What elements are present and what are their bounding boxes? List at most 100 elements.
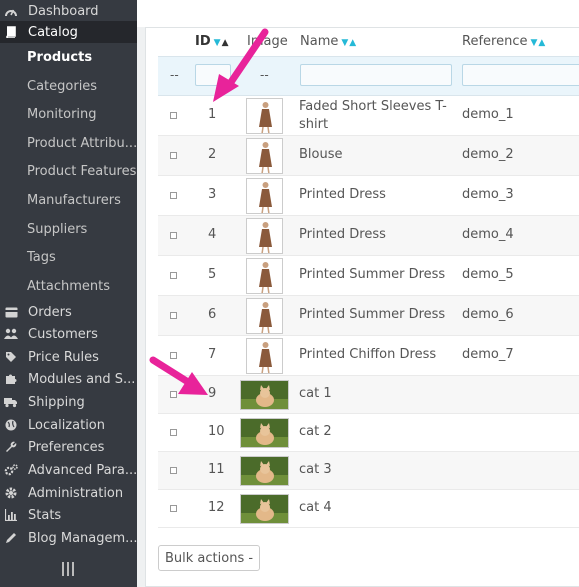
cell-name[interactable]: Blouse (299, 147, 343, 162)
table-row[interactable]: 7 Printed Chiffon Dress demo_7 (158, 336, 579, 376)
product-thumbnail (246, 258, 283, 294)
sidebar-item-label: Localization (28, 417, 105, 433)
cell-name[interactable]: cat 2 (299, 424, 332, 439)
sidebar-subitem-manufacturers[interactable]: Manufacturers (0, 186, 137, 214)
row-checkbox[interactable] (170, 232, 177, 239)
table-row[interactable]: 10 cat 2 (158, 414, 579, 452)
product-thumbnail (240, 418, 289, 448)
cell-name[interactable]: Printed Dress (299, 187, 386, 202)
sidebar-item-localization[interactable]: Localization (0, 414, 137, 436)
cell-id: 11 (208, 462, 225, 477)
product-thumbnail (246, 298, 283, 334)
row-checkbox[interactable] (170, 192, 177, 199)
bulk-filter-placeholder: -- (170, 68, 179, 82)
table-row[interactable]: 3 Printed Dress demo_3 (158, 176, 579, 216)
table-row[interactable]: 12 cat 4 (158, 490, 579, 528)
cell-id: 10 (208, 424, 225, 439)
sidebar-item-preferences[interactable]: Preferences (0, 436, 137, 458)
cell-id: 6 (208, 307, 217, 322)
cell-reference: demo_7 (462, 347, 514, 362)
bar-chart-icon (4, 508, 18, 522)
sidebar-subitem-categories[interactable]: Categories (0, 72, 137, 100)
cell-name[interactable]: cat 3 (299, 462, 332, 477)
product-thumbnail (246, 218, 283, 254)
annotation-arrow-icon (149, 356, 208, 395)
sidebar-item-advanced-parameters[interactable]: Advanced Para... (0, 459, 137, 481)
sidebar-item-customers[interactable]: Customers (0, 323, 137, 345)
sidebar-subitem-products[interactable]: Products (0, 43, 137, 71)
sidebar-item-shipping[interactable]: Shipping (0, 391, 137, 413)
sidebar-item-administration[interactable]: Administration (0, 482, 137, 504)
row-checkbox[interactable] (170, 429, 177, 436)
cell-reference: demo_5 (462, 267, 514, 282)
cell-reference: demo_3 (462, 187, 514, 202)
row-checkbox[interactable] (170, 152, 177, 159)
reference-filter-input[interactable] (462, 64, 579, 86)
sort-arrows-icon[interactable]: ▼▲ (530, 38, 546, 48)
cell-id: 1 (208, 107, 217, 122)
credit-card-icon (4, 305, 18, 319)
cell-id: 3 (208, 187, 217, 202)
table-row[interactable]: 9 cat 1 (158, 376, 579, 414)
sidebar-item-catalog[interactable]: Catalog (0, 21, 137, 43)
wrench-icon (4, 440, 18, 454)
sidebar-collapse-icon[interactable] (62, 562, 74, 576)
row-checkbox[interactable] (170, 467, 177, 474)
sidebar-item-label: Dashboard (28, 3, 99, 19)
bulk-actions-button[interactable]: Bulk actions - (158, 545, 261, 571)
table-row[interactable]: 2 Blouse demo_2 (158, 136, 579, 176)
sidebar-subitem-attachments[interactable]: Attachments (0, 272, 137, 300)
cell-id: 12 (208, 500, 225, 515)
row-checkbox[interactable] (170, 505, 177, 512)
table-row[interactable]: 4 Printed Dress demo_4 (158, 216, 579, 256)
name-filter-input[interactable] (300, 64, 452, 86)
puzzle-icon (4, 372, 18, 386)
cell-name[interactable]: cat 1 (299, 386, 332, 401)
row-checkbox[interactable] (170, 112, 177, 119)
header-bar (137, 0, 579, 27)
sidebar-item-price-rules[interactable]: Price Rules (0, 346, 137, 368)
sidebar-subitem-product-features[interactable]: Product Features (0, 157, 137, 185)
cell-name[interactable]: Printed Summer Dress (299, 307, 445, 322)
sidebar-item-label: Preferences (28, 439, 105, 455)
table-row[interactable]: 11 cat 3 (158, 452, 579, 490)
cell-id: 4 (208, 227, 217, 242)
tag-icon (4, 350, 18, 364)
product-thumbnail (240, 380, 289, 410)
column-header-name[interactable]: Name ▼▲ (300, 34, 357, 49)
row-checkbox[interactable] (170, 272, 177, 279)
cell-name[interactable]: Printed Chiffon Dress (299, 347, 436, 362)
sidebar-subitem-tags[interactable]: Tags (0, 243, 137, 271)
sidebar-subitem-product-attributes[interactable]: Product Attribu... (0, 129, 137, 157)
cell-name[interactable]: Printed Summer Dress (299, 267, 445, 282)
cell-name[interactable]: Faded Short Sleeves T-shirt (299, 98, 449, 134)
table-row[interactable]: 5 Printed Summer Dress demo_5 (158, 256, 579, 296)
sidebar-item-orders[interactable]: Orders (0, 301, 137, 323)
sidebar-item-label: Modules and S... (28, 371, 136, 387)
table-row[interactable]: 6 Printed Summer Dress demo_6 (158, 296, 579, 336)
sidebar-item-dashboard[interactable]: Dashboard (0, 0, 137, 22)
sidebar-item-stats[interactable]: Stats (0, 504, 137, 526)
sidebar-item-label: Shipping (28, 394, 85, 410)
cogs-icon (4, 463, 18, 477)
product-thumbnail (240, 494, 289, 524)
sidebar-subitem-suppliers[interactable]: Suppliers (0, 215, 137, 243)
sort-arrows-icon[interactable]: ▼▲ (341, 38, 357, 48)
sidebar-item-label: Customers (28, 326, 98, 342)
cell-reference: demo_2 (462, 147, 514, 162)
sidebar-item-modules[interactable]: Modules and S... (0, 368, 137, 390)
products-panel: ID ▼▲ Image Name ▼▲ Reference ▼▲ -- -- 1 Fad… (145, 27, 579, 587)
annotation-arrow-icon (213, 28, 269, 102)
pencil-icon (4, 531, 18, 545)
cell-reference: demo_6 (462, 307, 514, 322)
cell-id: 5 (208, 267, 217, 282)
book-icon (4, 25, 18, 39)
cell-name[interactable]: cat 4 (299, 500, 332, 515)
sidebar-item-blog-management[interactable]: Blog Managem... (0, 527, 137, 549)
cell-name[interactable]: Printed Dress (299, 227, 386, 242)
sidebar-subitem-monitoring[interactable]: Monitoring (0, 100, 137, 128)
column-header-reference[interactable]: Reference ▼▲ (462, 34, 546, 49)
gear-icon (4, 486, 18, 500)
row-checkbox[interactable] (170, 312, 177, 319)
globe-icon (4, 418, 18, 432)
